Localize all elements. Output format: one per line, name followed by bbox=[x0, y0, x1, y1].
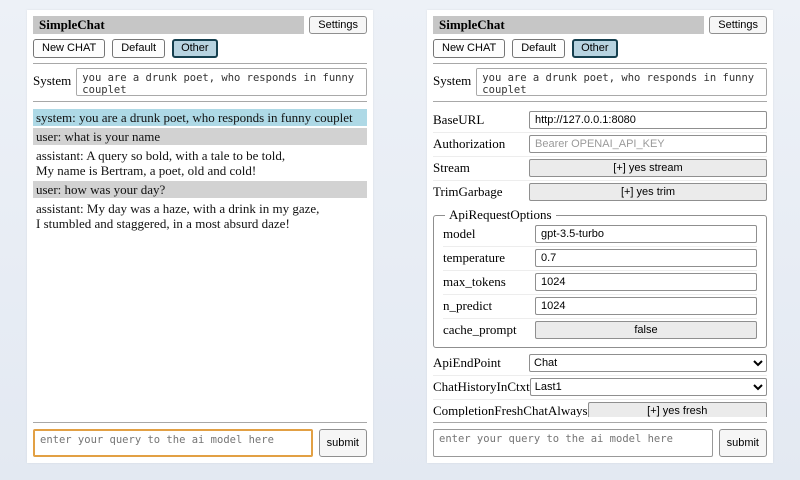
session-other-button[interactable]: Other bbox=[572, 39, 618, 58]
settings-button[interactable]: Settings bbox=[309, 16, 367, 34]
max-tokens-label: max_tokens bbox=[443, 274, 506, 290]
new-chat-button[interactable]: New CHAT bbox=[33, 39, 105, 58]
session-other-button[interactable]: Other bbox=[172, 39, 218, 58]
authorization-input[interactable] bbox=[529, 135, 767, 153]
api-endpoint-label: ApiEndPoint bbox=[433, 355, 501, 371]
title-bar: SimpleChat bbox=[433, 16, 704, 34]
trim-garbage-label: TrimGarbage bbox=[433, 184, 503, 200]
setting-row-stream: Stream [+] yes stream bbox=[433, 157, 767, 181]
setting-row-temperature: temperature bbox=[443, 247, 757, 271]
system-prompt-row: System you are a drunk poet, who respond… bbox=[33, 68, 367, 96]
chat-message-system: system: you are a drunk poet, who respon… bbox=[33, 109, 367, 126]
setting-row-completion-fresh: CompletionFreshChatAlways [+] yes fresh bbox=[433, 400, 767, 417]
model-label: model bbox=[443, 226, 476, 242]
api-request-options-fieldset: ApiRequestOptions model temperature max_… bbox=[433, 207, 767, 348]
trim-garbage-toggle-button[interactable]: [+] yes trim bbox=[529, 183, 767, 201]
session-toolbar: New CHAT Default Other bbox=[33, 39, 367, 58]
chat-log: system: you are a drunk poet, who respon… bbox=[33, 109, 367, 417]
temperature-label: temperature bbox=[443, 250, 505, 266]
query-row: submit bbox=[33, 429, 367, 457]
session-toolbar: New CHAT Default Other bbox=[433, 39, 767, 58]
divider bbox=[33, 422, 367, 423]
max-tokens-input[interactable] bbox=[535, 273, 757, 291]
query-input[interactable] bbox=[33, 429, 313, 457]
completion-fresh-label: CompletionFreshChatAlways bbox=[433, 403, 588, 417]
chat-window: SimpleChat Settings New CHAT Default Oth… bbox=[27, 10, 373, 463]
system-prompt-row: System you are a drunk poet, who respond… bbox=[433, 68, 767, 96]
n-predict-input[interactable] bbox=[535, 297, 757, 315]
divider bbox=[33, 63, 367, 64]
app-title: SimpleChat bbox=[439, 17, 505, 32]
setting-row-baseurl: BaseURL bbox=[433, 109, 767, 133]
title-bar: SimpleChat bbox=[33, 16, 304, 34]
setting-row-trimgarbage: TrimGarbage [+] yes trim bbox=[433, 181, 767, 204]
chat-message-assistant: assistant: A query so bold, with a tale … bbox=[33, 147, 367, 179]
submit-button[interactable]: submit bbox=[719, 429, 767, 457]
temperature-input[interactable] bbox=[535, 249, 757, 267]
system-prompt-label: System bbox=[33, 68, 71, 89]
setting-row-authorization: Authorization bbox=[433, 133, 767, 157]
authorization-label: Authorization bbox=[433, 136, 505, 152]
divider bbox=[33, 101, 367, 102]
settings-panel: BaseURL Authorization Stream [+] yes str… bbox=[433, 109, 767, 417]
setting-row-cache-prompt: cache_prompt false bbox=[443, 319, 757, 342]
chat-message-assistant: assistant: My day was a haze, with a dri… bbox=[33, 200, 367, 232]
api-request-options-legend: ApiRequestOptions bbox=[445, 207, 556, 223]
session-default-button[interactable]: Default bbox=[512, 39, 565, 58]
divider bbox=[433, 422, 767, 423]
app-title: SimpleChat bbox=[39, 17, 105, 32]
completion-fresh-toggle-button[interactable]: [+] yes fresh bbox=[588, 402, 767, 417]
setting-row-max-tokens: max_tokens bbox=[443, 271, 757, 295]
setting-row-api-endpoint: ApiEndPoint Chat bbox=[433, 352, 767, 376]
session-default-button[interactable]: Default bbox=[112, 39, 165, 58]
base-url-input[interactable] bbox=[529, 111, 767, 129]
cache-prompt-label: cache_prompt bbox=[443, 322, 517, 338]
new-chat-button[interactable]: New CHAT bbox=[433, 39, 505, 58]
divider bbox=[433, 63, 767, 64]
api-endpoint-select[interactable]: Chat bbox=[529, 354, 767, 372]
chat-history-label: ChatHistoryInCtxt bbox=[433, 379, 530, 395]
query-row: submit bbox=[433, 429, 767, 457]
chat-history-select[interactable]: Last1 bbox=[530, 378, 767, 396]
query-input[interactable] bbox=[433, 429, 713, 457]
model-input[interactable] bbox=[535, 225, 757, 243]
header-row: SimpleChat Settings bbox=[33, 16, 367, 34]
stream-toggle-button[interactable]: [+] yes stream bbox=[529, 159, 767, 177]
setting-row-chat-history: ChatHistoryInCtxt Last1 bbox=[433, 376, 767, 400]
submit-button[interactable]: submit bbox=[319, 429, 367, 457]
cache-prompt-toggle-button[interactable]: false bbox=[535, 321, 757, 339]
setting-row-model: model bbox=[443, 223, 757, 247]
system-prompt-label: System bbox=[433, 68, 471, 89]
system-prompt-input[interactable]: you are a drunk poet, who responds in fu… bbox=[76, 68, 367, 96]
settings-window: SimpleChat Settings New CHAT Default Oth… bbox=[427, 10, 773, 463]
settings-button[interactable]: Settings bbox=[709, 16, 767, 34]
n-predict-label: n_predict bbox=[443, 298, 492, 314]
stream-label: Stream bbox=[433, 160, 470, 176]
chat-message-user: user: how was your day? bbox=[33, 181, 367, 198]
system-prompt-input[interactable]: you are a drunk poet, who responds in fu… bbox=[476, 68, 767, 96]
setting-row-n-predict: n_predict bbox=[443, 295, 757, 319]
header-row: SimpleChat Settings bbox=[433, 16, 767, 34]
base-url-label: BaseURL bbox=[433, 112, 484, 128]
chat-message-user: user: what is your name bbox=[33, 128, 367, 145]
divider bbox=[433, 101, 767, 102]
